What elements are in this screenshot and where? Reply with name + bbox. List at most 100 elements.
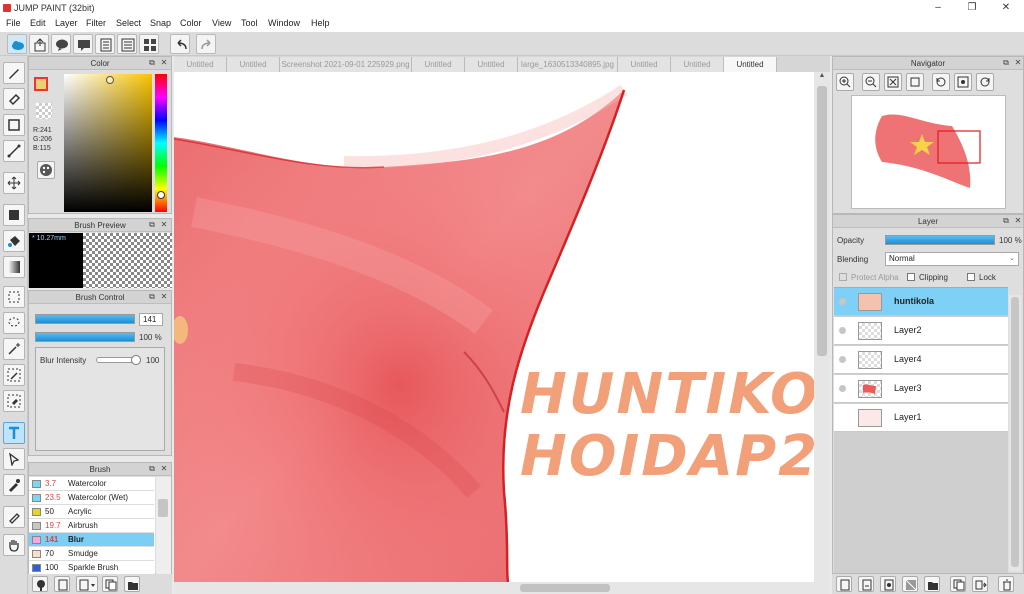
rectangle-tool-icon[interactable]: [3, 114, 25, 136]
delete-layer-icon[interactable]: [998, 576, 1014, 592]
list-icon[interactable]: [117, 34, 137, 54]
brush-tool-icon[interactable]: [3, 506, 25, 528]
operation-tool-icon[interactable]: [3, 448, 25, 470]
bucket-tool-icon[interactable]: [3, 230, 25, 252]
float-icon[interactable]: ⧉: [1001, 216, 1011, 226]
menu-filter[interactable]: Filter: [86, 18, 106, 28]
brush-item-smudge[interactable]: 70 Smudge: [29, 547, 154, 561]
visibility-icon[interactable]: [839, 327, 846, 334]
foreground-color[interactable]: [34, 77, 48, 91]
new-layer-icon[interactable]: [836, 576, 852, 592]
brush-opacity-slider[interactable]: [35, 332, 135, 342]
brush-item-watercolor-wet[interactable]: 23.5 Watercolor (Wet): [29, 491, 154, 505]
brush-size-field[interactable]: 141: [139, 313, 163, 326]
brush-settings-icon[interactable]: [32, 576, 48, 592]
tab-screenshot[interactable]: Screenshot 2021-09-01 225929.png: [280, 57, 412, 72]
comment-icon[interactable]: [51, 34, 71, 54]
brush-list-scroll-thumb[interactable]: [158, 499, 168, 517]
drawing-canvas[interactable]: HUNTIKOLA HOIDAP247: [174, 72, 814, 582]
tab-untitled-2[interactable]: Untitled: [227, 57, 280, 72]
float-icon[interactable]: ⧉: [147, 464, 157, 474]
menu-tool[interactable]: Tool: [241, 18, 258, 28]
saturation-value-picker[interactable]: [64, 74, 152, 212]
menu-color[interactable]: Color: [180, 18, 202, 28]
layer-opacity-slider[interactable]: [885, 235, 995, 245]
color-picker-handle[interactable]: [106, 76, 114, 84]
new-halftone-layer-icon[interactable]: [880, 576, 896, 592]
reset-rotation-icon[interactable]: [954, 73, 972, 91]
float-icon[interactable]: ⧉: [147, 220, 157, 230]
select-eraser-tool-icon[interactable]: [3, 390, 25, 412]
close-icon[interactable]: ✕: [159, 292, 169, 302]
layer-row-huntikola[interactable]: huntikola: [834, 288, 1008, 316]
move-tool-icon[interactable]: [3, 172, 25, 194]
export-icon[interactable]: [29, 34, 49, 54]
layer-row-layer3[interactable]: Layer3: [834, 375, 1008, 403]
layer-row-layer1[interactable]: Layer1: [834, 404, 1008, 432]
brush-item-sparkle[interactable]: 100 Sparkle Brush: [29, 561, 154, 574]
brush-item-airbrush[interactable]: 19.7 Airbrush: [29, 519, 154, 533]
blur-intensity-handle[interactable]: [131, 355, 141, 365]
tab-untitled-1[interactable]: Untitled: [174, 57, 227, 72]
close-icon[interactable]: ✕: [159, 220, 169, 230]
cloud-icon[interactable]: [7, 34, 27, 54]
rect-select-tool-icon[interactable]: [3, 286, 25, 308]
close-button[interactable]: ✕: [992, 1, 1020, 15]
text-tool-icon[interactable]: [3, 422, 25, 444]
redo-icon[interactable]: [196, 34, 216, 54]
menu-help[interactable]: Help: [311, 18, 330, 28]
brush-item-acrylic[interactable]: 50 Acrylic: [29, 505, 154, 519]
tab-untitled-5[interactable]: Untitled: [618, 57, 671, 72]
menu-window[interactable]: Window: [268, 18, 300, 28]
close-icon[interactable]: ✕: [159, 58, 169, 68]
folder-icon[interactable]: [124, 576, 140, 592]
canvas-vscroll-thumb[interactable]: [817, 86, 827, 356]
layer-list-scrollbar[interactable]: [1009, 295, 1021, 571]
transparent-color[interactable]: [36, 103, 52, 119]
brush-menu-icon[interactable]: [76, 576, 98, 592]
brush-list-scrollbar[interactable]: [156, 477, 171, 574]
zoom-in-icon[interactable]: [836, 73, 854, 91]
float-icon[interactable]: ⧉: [147, 292, 157, 302]
float-icon[interactable]: ⧉: [147, 58, 157, 68]
fit-view-icon[interactable]: [884, 73, 902, 91]
select-pen-tool-icon[interactable]: [3, 364, 25, 386]
menu-file[interactable]: File: [6, 18, 21, 28]
layer-list-scroll-thumb[interactable]: [1011, 297, 1019, 567]
canvas-vertical-scrollbar[interactable]: ▲: [814, 72, 830, 582]
menu-edit[interactable]: Edit: [30, 18, 46, 28]
navigator-thumbnail[interactable]: [851, 95, 1006, 209]
close-icon[interactable]: ✕: [159, 464, 169, 474]
scroll-up-icon[interactable]: ▲: [814, 72, 830, 84]
merge-layer-icon[interactable]: [972, 576, 988, 592]
lock-checkbox[interactable]: [967, 273, 975, 281]
rotate-left-icon[interactable]: [932, 73, 950, 91]
rotate-right-icon[interactable]: [976, 73, 994, 91]
visibility-icon[interactable]: [839, 385, 846, 392]
eraser-tool-icon[interactable]: [3, 88, 25, 110]
balloon-icon[interactable]: [73, 34, 93, 54]
gradient-tool-icon[interactable]: [3, 256, 25, 278]
layer-row-layer2[interactable]: Layer2: [834, 317, 1008, 345]
protect-alpha-checkbox[interactable]: [839, 273, 847, 281]
tab-untitled-6[interactable]: Untitled: [671, 57, 724, 72]
visibility-icon[interactable]: [839, 414, 846, 421]
grid-icon[interactable]: [139, 34, 159, 54]
copy-brush-icon[interactable]: [102, 576, 118, 592]
maximize-button[interactable]: ❐: [958, 1, 986, 15]
actual-size-icon[interactable]: [906, 73, 924, 91]
tab-untitled-3[interactable]: Untitled: [412, 57, 465, 72]
magic-wand-tool-icon[interactable]: [3, 338, 25, 360]
menu-layer[interactable]: Layer: [55, 18, 78, 28]
visibility-icon[interactable]: [839, 356, 846, 363]
zoom-out-icon[interactable]: [862, 73, 880, 91]
palette-icon[interactable]: [37, 161, 55, 179]
tab-large-jpg[interactable]: large_1630513340895.jpg: [518, 57, 618, 72]
layer-row-layer4[interactable]: Layer4: [834, 346, 1008, 374]
blending-select[interactable]: Normal: [885, 252, 1019, 266]
brush-size-slider[interactable]: [35, 314, 135, 324]
canvas-hscroll-thumb[interactable]: [520, 584, 610, 592]
float-icon[interactable]: ⧉: [1001, 58, 1011, 68]
pen-tool-icon[interactable]: [3, 62, 25, 84]
lasso-tool-icon[interactable]: [3, 312, 25, 334]
